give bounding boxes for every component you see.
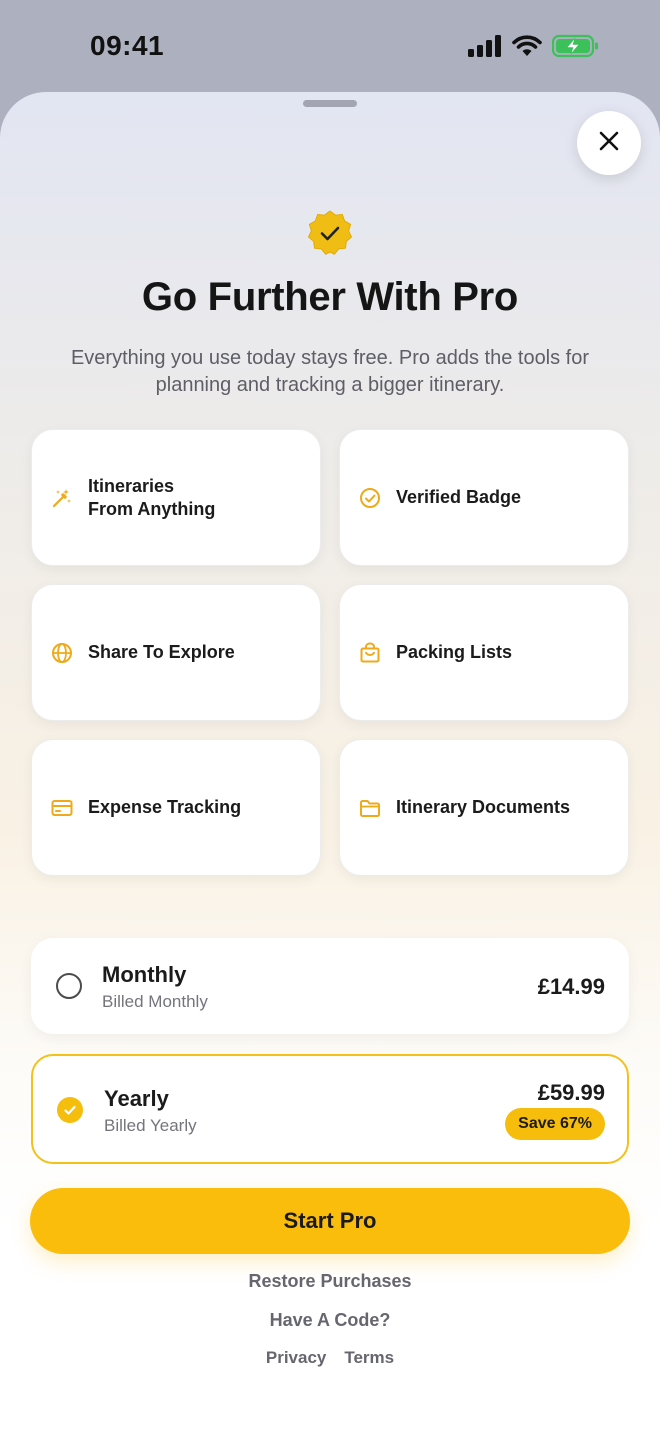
- feature-card-verified-badge: Verified Badge: [339, 429, 629, 566]
- feature-label: Verified Badge: [396, 487, 522, 507]
- feature-label: Packing Lists: [396, 642, 513, 662]
- have-a-code-link[interactable]: Have A Code?: [270, 1310, 391, 1330]
- plan-billing: Billed Monthly: [102, 992, 208, 1011]
- plan-price: £14.99: [537, 974, 605, 999]
- feature-card-share-to-explore: Share To Explore: [31, 584, 321, 721]
- magic-wand-icon: [50, 486, 74, 510]
- page-subtitle: Everything you use today stays free. Pro…: [70, 347, 590, 396]
- plan-billing: Billed Yearly: [104, 1116, 197, 1135]
- feature-label: Expense Tracking: [88, 797, 242, 817]
- feature-label: Itinerary Documents: [396, 797, 571, 817]
- sheet-grabber[interactable]: [303, 100, 357, 107]
- feature-card-itineraries: Itineraries From Anything: [31, 429, 321, 566]
- plan-option-yearly[interactable]: Yearly Billed Yearly £59.99 Save 67%: [31, 1054, 629, 1164]
- shopping-bag-icon: [358, 641, 382, 665]
- verified-badge-icon: [306, 209, 354, 257]
- credit-card-icon: [50, 796, 74, 820]
- feature-card-expense-tracking: Expense Tracking: [31, 739, 321, 876]
- wifi-icon: [512, 35, 542, 62]
- restore-purchases-row: Restore Purchases: [0, 1271, 660, 1292]
- feature-label: Itineraries From Anything: [88, 475, 216, 519]
- close-icon: [599, 131, 619, 156]
- plan-price: £59.99: [537, 1080, 605, 1105]
- radio-selected-icon[interactable]: [57, 1097, 83, 1123]
- cellular-signal-icon: [468, 35, 502, 62]
- feature-card-packing-lists: Packing Lists: [339, 584, 629, 721]
- legal-links: Privacy Terms: [0, 1348, 660, 1368]
- privacy-link[interactable]: Privacy: [266, 1348, 327, 1367]
- have-a-code-row: Have A Code?: [0, 1310, 660, 1331]
- status-time: 09:41: [90, 30, 165, 61]
- check-circle-icon: [358, 486, 382, 510]
- start-pro-button[interactable]: Start Pro: [30, 1188, 630, 1254]
- feature-label: Share To Explore: [88, 642, 235, 662]
- restore-purchases-link[interactable]: Restore Purchases: [248, 1271, 411, 1291]
- battery-charging-icon: [551, 34, 600, 63]
- save-badge: Save 67%: [505, 1108, 605, 1140]
- paywall-sheet: Go Further With Pro Everything you use t…: [0, 92, 660, 1434]
- status-bar: 09:41: [0, 0, 660, 92]
- plan-name: Monthly: [102, 962, 187, 987]
- folder-icon: [358, 796, 382, 820]
- globe-icon: [50, 641, 74, 665]
- radio-unselected-icon[interactable]: [56, 973, 82, 999]
- page-title: Go Further With Pro: [141, 275, 519, 319]
- feature-card-itinerary-documents: Itinerary Documents: [339, 739, 629, 876]
- terms-link[interactable]: Terms: [344, 1348, 394, 1367]
- plan-option-monthly[interactable]: Monthly Billed Monthly £14.99: [31, 938, 629, 1034]
- plan-name: Yearly: [104, 1086, 169, 1111]
- status-icons: [468, 34, 600, 63]
- close-button[interactable]: [577, 111, 641, 175]
